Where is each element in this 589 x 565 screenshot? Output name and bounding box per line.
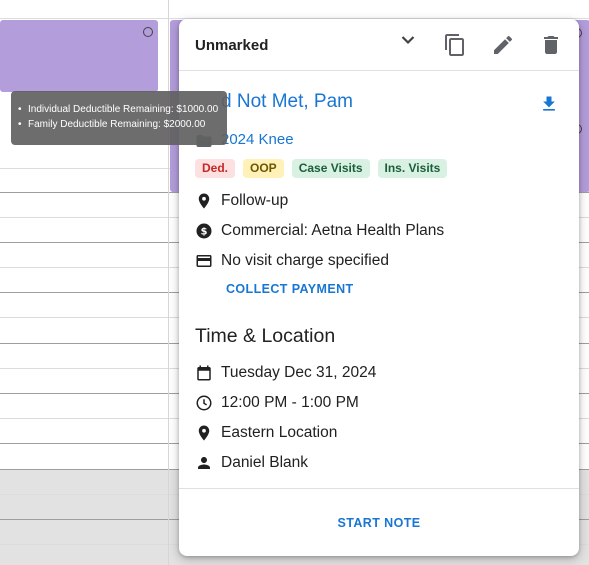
visit-charge-text: No visit charge specified: [221, 252, 389, 269]
pencil-icon[interactable]: [491, 33, 515, 57]
column-divider: [168, 0, 169, 565]
person-icon: [198, 457, 210, 469]
location-pin-icon: [198, 193, 210, 209]
credit-card-icon: [196, 255, 212, 267]
date-row: Tuesday Dec 31, 2024: [195, 362, 376, 384]
calendar-icon: [197, 365, 211, 381]
copy-icon[interactable]: [443, 33, 467, 57]
tooltip-list: Individual Deductible Remaining: $1000.0…: [17, 102, 227, 132]
start-note-button[interactable]: START NOTE: [329, 513, 429, 533]
appointment-popover: Unmarked d Not Met, Pam 2024 Knee Ded. OO…: [179, 19, 579, 556]
location-pin-icon: [198, 425, 210, 441]
clock-icon: [196, 395, 212, 411]
insurance-text: Commercial: Aetna Health Plans: [221, 222, 445, 239]
trash-icon[interactable]: [539, 33, 563, 57]
chevron-down-icon[interactable]: [401, 35, 415, 45]
download-icon[interactable]: [539, 94, 559, 114]
collect-payment-button[interactable]: COLLECT PAYMENT: [217, 279, 363, 299]
badge-chip: Ded.: [195, 159, 236, 178]
popover-header: Unmarked: [179, 19, 579, 71]
insurance-row: $ Commercial: Aetna Health Plans: [195, 220, 444, 242]
appointment-block[interactable]: [0, 20, 158, 92]
badge-chip: OOP: [243, 159, 284, 178]
time-row: 12:00 PM - 1:00 PM: [195, 392, 359, 414]
status-select-value: Unmarked: [195, 36, 269, 54]
status-select[interactable]: Unmarked: [189, 29, 425, 61]
time-text: 12:00 PM - 1:00 PM: [221, 394, 359, 411]
status-circle-icon[interactable]: [143, 27, 153, 37]
tooltip-line: Individual Deductible Remaining: $1000.0…: [17, 102, 227, 117]
location-row: Eastern Location: [195, 422, 337, 444]
patient-name-link[interactable]: d Not Met, Pam: [221, 91, 353, 113]
badge-list: Ded. OOP Case Visits Ins. Visits: [195, 159, 448, 178]
date-text: Tuesday Dec 31, 2024: [221, 364, 377, 381]
location-text: Eastern Location: [221, 424, 338, 441]
case-name-link[interactable]: 2024 Knee: [221, 131, 294, 148]
deductible-tooltip: Individual Deductible Remaining: $1000.0…: [11, 91, 227, 145]
tooltip-line: Family Deductible Remaining: $2000.00: [17, 117, 227, 132]
visit-charge-row: No visit charge specified: [195, 250, 389, 272]
popover-footer: START NOTE: [179, 488, 579, 556]
visit-type-row: Follow-up: [195, 190, 288, 212]
time-location-heading: Time & Location: [195, 325, 336, 347]
badge-chip: Ins. Visits: [377, 159, 448, 178]
badge-chip: Case Visits: [291, 159, 370, 178]
provider-text: Daniel Blank: [221, 454, 309, 471]
provider-row: Daniel Blank: [195, 452, 308, 474]
svg-text:$: $: [201, 226, 208, 237]
visit-type-text: Follow-up: [221, 192, 289, 209]
dollar-circle-icon: $: [196, 223, 212, 239]
